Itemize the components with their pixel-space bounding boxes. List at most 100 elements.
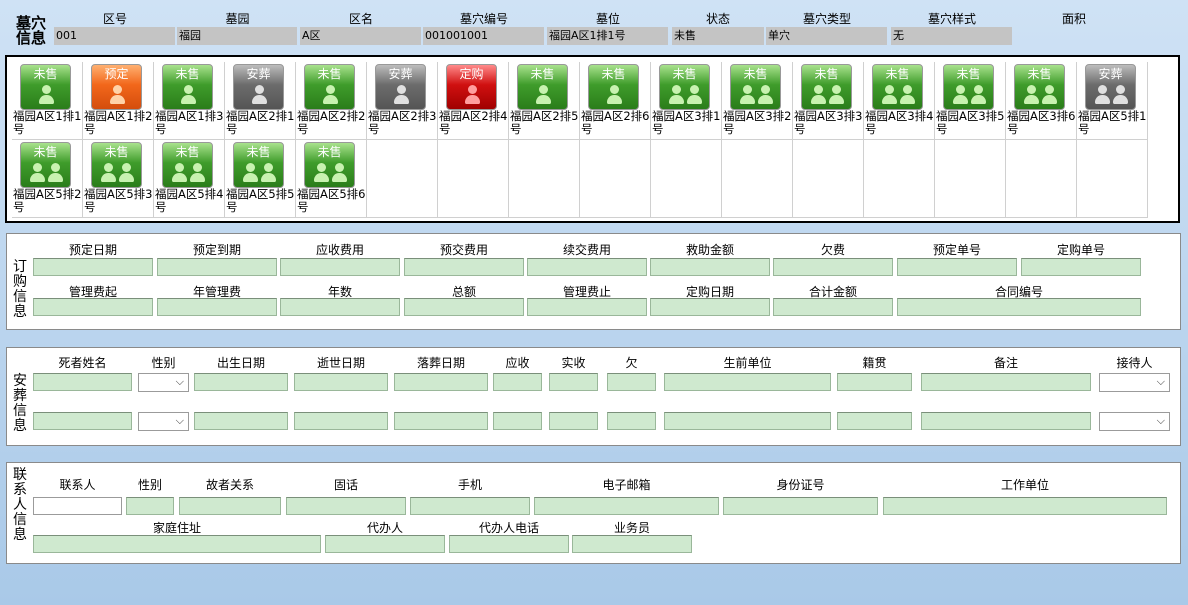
burial-field[interactable] [837,373,912,391]
contact-field[interactable] [723,497,878,515]
contact-field[interactable] [33,535,321,553]
burial-field[interactable] [921,373,1091,391]
grave-cell[interactable]: 预定 福园A区1排2号 [83,62,154,140]
grave-status-tile[interactable]: 未售 [659,64,710,110]
grave-cell[interactable]: 未售 福园A区5排3号 [83,140,154,218]
order-field[interactable] [527,258,647,276]
burial-field[interactable] [294,373,388,391]
grave-info-field[interactable]: 001001001 [423,27,544,45]
grave-status-tile[interactable]: 预定 [91,64,142,110]
order-field[interactable] [773,258,893,276]
receptionist-select[interactable]: ⌵ [1099,373,1170,392]
grave-info-field[interactable]: 福园 [177,27,297,45]
grave-info-field[interactable]: 单穴 [766,27,887,45]
grave-status-tile[interactable]: 未售 [162,142,213,188]
grave-status-tile[interactable]: 未售 [943,64,994,110]
order-field[interactable] [404,298,524,316]
receptionist-select[interactable]: ⌵ [1099,412,1170,431]
burial-field[interactable] [194,412,288,430]
grave-info-field[interactable]: 无 [891,27,1012,45]
contact-field[interactable] [179,497,281,515]
grave-cell[interactable]: 未售 福园A区5排4号 [154,140,225,218]
burial-field[interactable] [394,412,488,430]
grave-status-tile[interactable]: 安葬 [233,64,284,110]
order-field[interactable] [650,298,770,316]
grave-status-tile[interactable]: 未售 [91,142,142,188]
grave-cell[interactable]: 未售 福园A区2排5号 [509,62,580,140]
grave-info-field[interactable]: A区 [300,27,421,45]
contact-field[interactable] [883,497,1167,515]
burial-field[interactable] [194,373,288,391]
grave-cell[interactable]: 未售 福园A区3排2号 [722,62,793,140]
grave-status-tile[interactable]: 未售 [233,142,284,188]
burial-field[interactable] [607,412,656,430]
grave-cell[interactable]: 未售 福园A区5排6号 [296,140,367,218]
grave-info-field[interactable]: 未售 [672,27,764,45]
order-field[interactable] [404,258,524,276]
grave-status-tile[interactable]: 未售 [20,64,71,110]
grave-cell[interactable]: 未售 福园A区3排6号 [1006,62,1077,140]
gender-select[interactable]: ⌵ [138,412,189,431]
grave-status-tile[interactable]: 未售 [1014,64,1065,110]
contact-field[interactable] [449,535,569,553]
grave-cell[interactable]: 未售 福园A区1排3号 [154,62,225,140]
grave-status-tile[interactable]: 未售 [801,64,852,110]
contact-field[interactable] [325,535,445,553]
grave-status-tile[interactable]: 未售 [162,64,213,110]
grave-status-tile[interactable]: 未售 [588,64,639,110]
grave-status-tile[interactable]: 未售 [304,64,355,110]
burial-field[interactable] [493,412,542,430]
contact-field[interactable] [126,497,174,515]
gender-select[interactable]: ⌵ [138,373,189,392]
burial-field[interactable] [549,373,598,391]
contact-name-input[interactable] [33,497,122,515]
order-field[interactable] [527,298,647,316]
burial-field[interactable] [837,412,912,430]
contact-field[interactable] [286,497,406,515]
burial-field[interactable] [921,412,1091,430]
grave-cell[interactable]: 安葬 福园A区5排1号 [1077,62,1148,140]
burial-field[interactable] [664,373,831,391]
order-field[interactable] [897,298,1141,316]
order-field[interactable] [280,258,400,276]
grave-info-field[interactable]: 福园A区1排1号 [547,27,668,45]
burial-field[interactable] [33,373,132,391]
order-field[interactable] [897,258,1017,276]
grave-cell[interactable]: 安葬 福园A区2排3号 [367,62,438,140]
burial-field[interactable] [294,412,388,430]
contact-field[interactable] [410,497,530,515]
burial-field[interactable] [33,412,132,430]
order-field[interactable] [33,298,153,316]
grave-status-tile[interactable]: 未售 [517,64,568,110]
order-field[interactable] [1021,258,1141,276]
grave-status-tile[interactable]: 定购 [446,64,497,110]
grave-cell[interactable]: 定购 福园A区2排4号 [438,62,509,140]
burial-field[interactable] [549,412,598,430]
grave-cell[interactable]: 未售 福园A区2排6号 [580,62,651,140]
grave-status-tile[interactable]: 未售 [20,142,71,188]
burial-field[interactable] [664,412,831,430]
grave-status-tile[interactable]: 未售 [304,142,355,188]
order-field[interactable] [773,298,893,316]
grave-status-tile[interactable]: 未售 [872,64,923,110]
grave-info-field[interactable]: 001 [54,27,175,45]
grave-cell[interactable]: 未售 福园A区5排2号 [12,140,83,218]
grave-cell[interactable]: 安葬 福园A区2排1号 [225,62,296,140]
grave-status-tile[interactable]: 安葬 [375,64,426,110]
grave-cell[interactable]: 未售 福园A区1排1号 [12,62,83,140]
burial-field[interactable] [607,373,656,391]
order-field[interactable] [157,298,277,316]
order-field[interactable] [33,258,153,276]
grave-cell[interactable]: 未售 福园A区2排2号 [296,62,367,140]
contact-field[interactable] [534,497,719,515]
grave-status-tile[interactable]: 安葬 [1085,64,1136,110]
burial-field[interactable] [493,373,542,391]
order-field[interactable] [650,258,770,276]
grave-cell[interactable]: 未售 福园A区5排5号 [225,140,296,218]
grave-cell[interactable]: 未售 福园A区3排4号 [864,62,935,140]
grave-cell[interactable]: 未售 福园A区3排5号 [935,62,1006,140]
grave-status-tile[interactable]: 未售 [730,64,781,110]
grave-cell[interactable]: 未售 福园A区3排3号 [793,62,864,140]
contact-field[interactable] [572,535,692,553]
order-field[interactable] [280,298,400,316]
